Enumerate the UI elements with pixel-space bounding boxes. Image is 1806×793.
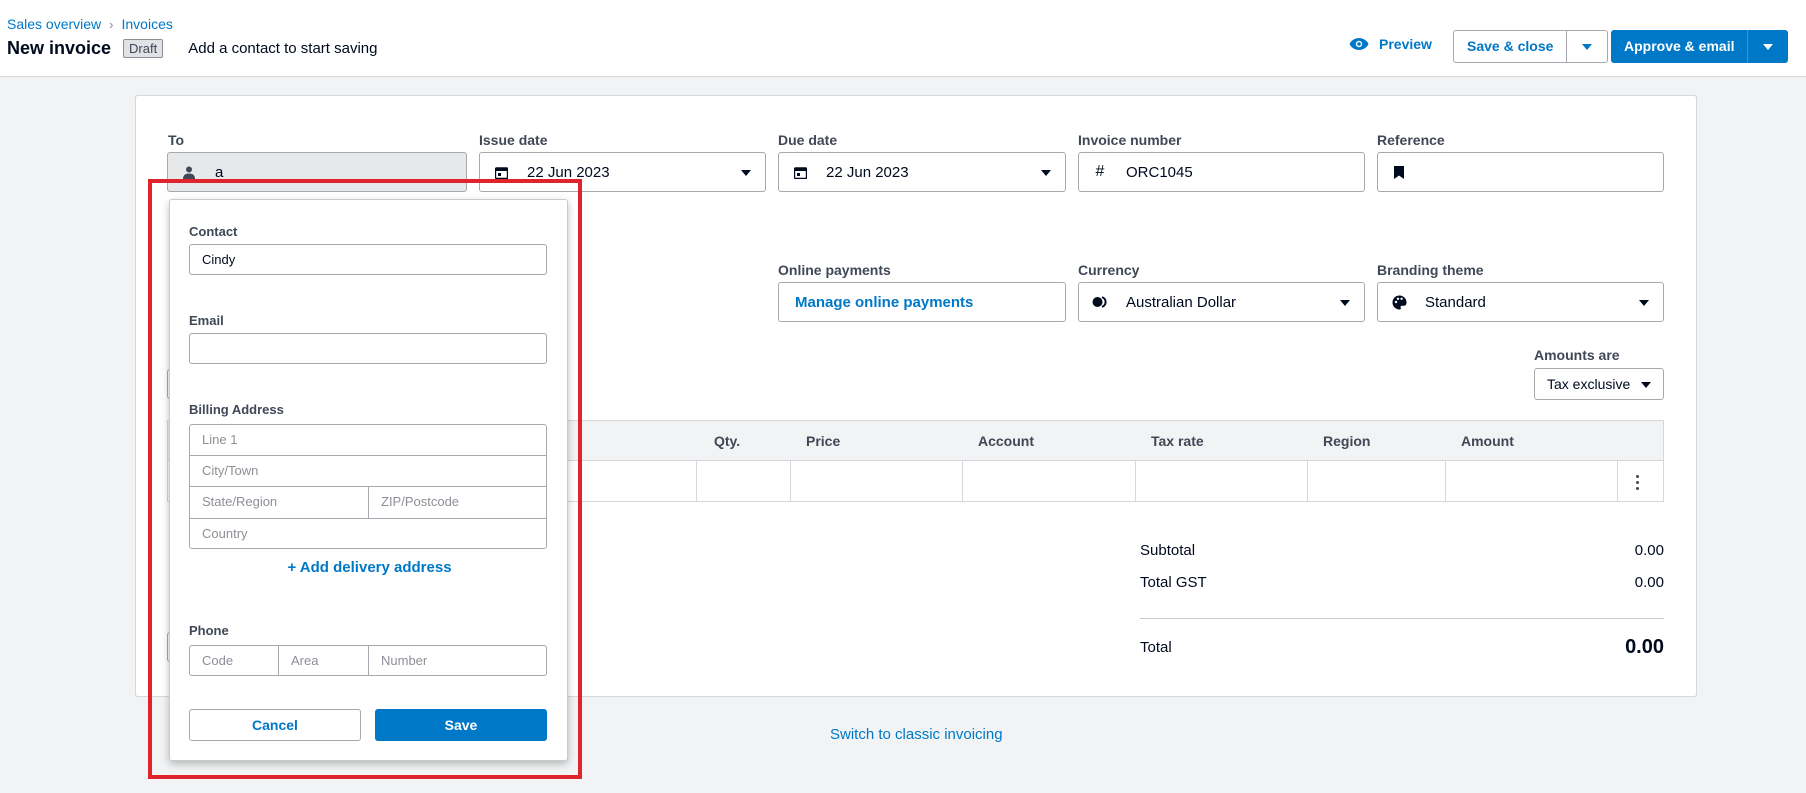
contact-label: Contact (189, 224, 238, 239)
total-value: 0.00 (1625, 636, 1664, 658)
country-input[interactable]: Country (190, 519, 546, 549)
cancel-button[interactable]: Cancel (189, 709, 361, 741)
online-payments-label: Online payments (778, 262, 891, 278)
contact-name-value: Cindy (202, 252, 236, 267)
city-input[interactable]: City/Town (190, 456, 546, 486)
amounts-are-value: Tax exclusive (1547, 376, 1631, 392)
phone-number-input[interactable]: Number (369, 646, 546, 675)
total-gst-label: Total GST (1140, 574, 1207, 591)
contact-name-input[interactable]: Cindy (189, 244, 547, 275)
calendar-icon (493, 166, 509, 179)
currency-value: Australian Dollar (1126, 293, 1237, 311)
hash-icon: # (1095, 163, 1105, 180)
due-date-label: Due date (778, 132, 838, 148)
reference-label: Reference (1377, 132, 1445, 148)
calendar-icon (792, 166, 808, 179)
person-icon (181, 166, 197, 179)
to-value: a (215, 163, 224, 181)
page-title: New invoice (7, 38, 112, 58)
approve-dropdown-button[interactable] (1748, 30, 1788, 63)
preview-label: Preview (1379, 36, 1432, 52)
save-close-button[interactable]: Save & close (1454, 31, 1568, 62)
manage-online-payments-label: Manage online payments (795, 293, 974, 311)
phone-label: Phone (189, 623, 229, 638)
eye-icon (1349, 38, 1369, 50)
column-account: Account (978, 433, 1034, 449)
amounts-are-label: Amounts are (1534, 347, 1620, 363)
column-tax-rate: Tax rate (1151, 433, 1204, 449)
issue-date-value: 22 Jun 2023 (527, 163, 610, 181)
subtotal-label: Subtotal (1140, 542, 1196, 559)
approve-group: Approve & email (1611, 30, 1789, 63)
breadcrumb-sales-overview[interactable]: Sales overview (7, 16, 101, 32)
phone-area-input[interactable]: Area (279, 646, 368, 675)
phone-code-input[interactable]: Code (190, 646, 278, 675)
approve-email-button[interactable]: Approve & email (1611, 30, 1749, 63)
subtotal-value: 0.00 (1634, 542, 1664, 559)
due-date-field[interactable]: 22 Jun 2023 (778, 152, 1066, 192)
issue-date-label: Issue date (479, 132, 548, 148)
column-qty: Qty. (714, 433, 741, 449)
chevron-down-icon (741, 170, 751, 176)
breadcrumb-invoices[interactable]: Invoices (122, 16, 173, 32)
add-delivery-address-link[interactable]: + Add delivery address (170, 559, 569, 576)
status-badge: Draft (123, 39, 164, 58)
invoice-number-field[interactable]: # ORC1045 (1078, 152, 1365, 192)
address-line1-input[interactable]: Line 1 (190, 425, 546, 455)
chevron-down-icon (1639, 300, 1649, 306)
palette-icon (1391, 294, 1407, 310)
breadcrumb: Sales overview › Invoices (7, 16, 173, 32)
reference-field[interactable] (1377, 152, 1664, 192)
phone-group: Code Area Number (189, 645, 547, 676)
to-label: To (168, 132, 185, 148)
chevron-down-icon (1641, 382, 1651, 388)
branding-theme-label: Branding theme (1377, 262, 1484, 278)
branding-theme-select[interactable]: Standard (1377, 282, 1664, 322)
save-close-dropdown-button[interactable] (1567, 31, 1607, 62)
title-row: New invoice Draft Add a contact to start… (7, 38, 378, 59)
total-gst-value: 0.00 (1634, 574, 1664, 591)
column-price: Price (806, 433, 841, 449)
column-amount: Amount (1461, 433, 1514, 449)
chevron-down-icon (1041, 170, 1051, 176)
caret-down-icon (1582, 43, 1593, 50)
breadcrumb-separator-icon: › (109, 16, 114, 32)
preview-button[interactable]: Preview (1349, 36, 1432, 52)
save-button[interactable]: Save (375, 709, 547, 741)
branding-theme-value: Standard (1425, 293, 1486, 311)
email-label: Email (189, 313, 224, 328)
new-contact-popup: Contact Cindy Email Billing Address Line… (169, 199, 568, 761)
currency-select[interactable]: Australian Dollar (1078, 282, 1365, 322)
coins-icon (1092, 296, 1108, 308)
invoice-number-label: Invoice number (1078, 132, 1182, 148)
chevron-down-icon (1340, 300, 1350, 306)
zip-input[interactable]: ZIP/Postcode (369, 487, 546, 517)
row-options-icon[interactable] (1627, 472, 1647, 492)
billing-address-group: Line 1 City/Town State/Region ZIP/Postco… (189, 424, 547, 549)
invoice-number-value: ORC1045 (1126, 163, 1193, 181)
bookmark-icon (1391, 165, 1407, 179)
total-label: Total (1140, 639, 1172, 656)
column-region: Region (1323, 433, 1371, 449)
currency-label: Currency (1078, 262, 1140, 278)
email-field[interactable] (189, 333, 547, 364)
switch-classic-link[interactable]: Switch to classic invoicing (830, 726, 1003, 743)
billing-address-label: Billing Address (189, 402, 284, 417)
state-input[interactable]: State/Region (190, 487, 368, 517)
caret-down-icon (1763, 43, 1774, 50)
page-header: Sales overview › Invoices New invoice Dr… (0, 0, 1806, 77)
due-date-value: 22 Jun 2023 (826, 163, 909, 181)
amounts-are-select[interactable]: Tax exclusive (1534, 368, 1664, 400)
totals-divider (1140, 618, 1664, 619)
save-hint: Add a contact to start saving (188, 40, 378, 57)
save-close-group: Save & close (1453, 30, 1609, 63)
manage-online-payments-button[interactable]: Manage online payments (778, 282, 1066, 322)
